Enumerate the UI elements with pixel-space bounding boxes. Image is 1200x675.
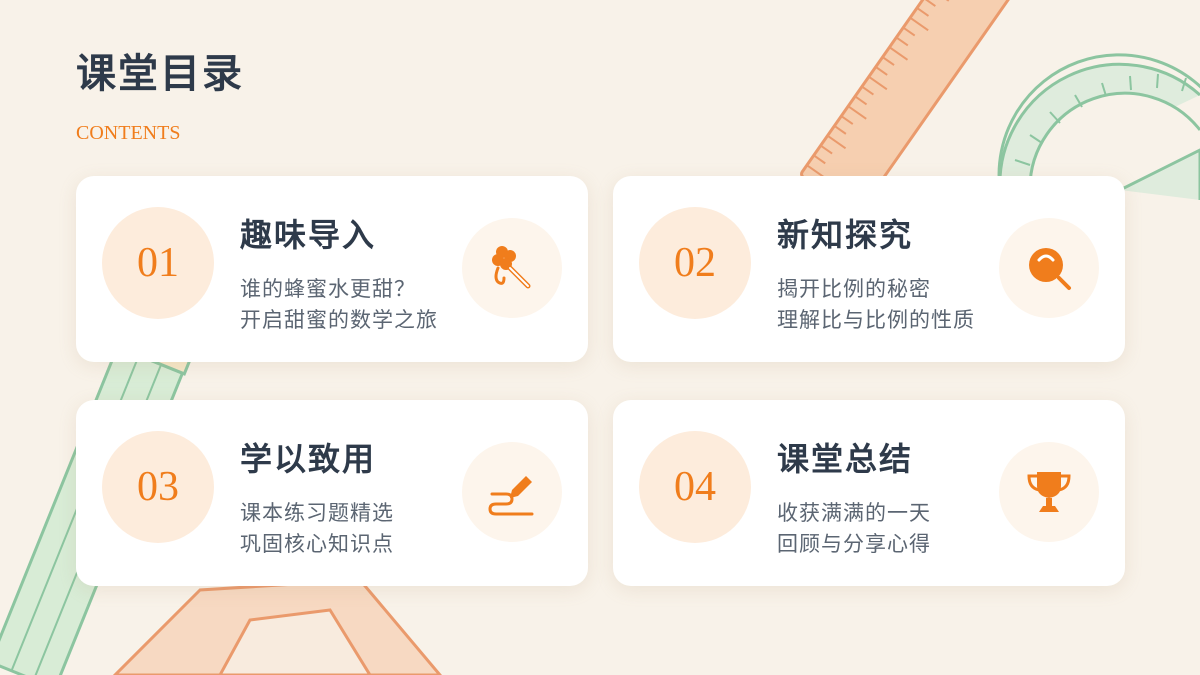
card-number: 03 bbox=[137, 464, 179, 510]
card-description: 课本练习题精选 巩固核心知识点 bbox=[240, 498, 394, 560]
card-number: 04 bbox=[674, 464, 716, 510]
page-subtitle: CONTENTS bbox=[76, 122, 181, 144]
card-description: 谁的蜂蜜水更甜？ 开启甜蜜的数学之旅 bbox=[240, 274, 438, 336]
icon-badge bbox=[462, 218, 562, 318]
contents-card-1[interactable]: 01 趣味导入 谁的蜂蜜水更甜？ 开启甜蜜的数学之旅 bbox=[76, 176, 588, 362]
trophy-icon bbox=[1027, 472, 1071, 512]
description-line: 回顾与分享心得 bbox=[777, 532, 931, 556]
card-title: 趣味导入 bbox=[240, 216, 377, 254]
pencil-write-icon bbox=[488, 476, 534, 516]
icon-badge bbox=[999, 442, 1099, 542]
contents-card-3[interactable]: 03 学以致用 课本练习题精选 巩固核心知识点 bbox=[76, 400, 588, 586]
description-line: 谁的蜂蜜水更甜？ bbox=[240, 277, 416, 301]
card-title: 新知探究 bbox=[777, 216, 914, 254]
contents-card-4[interactable]: 04 课堂总结 收获满满的一天 回顾与分享心得 bbox=[613, 400, 1125, 586]
description-line: 收获满满的一天 bbox=[777, 501, 931, 525]
magnifier-icon bbox=[1029, 248, 1071, 290]
card-number: 02 bbox=[674, 240, 716, 286]
icon-badge bbox=[999, 218, 1099, 318]
card-title: 课堂总结 bbox=[777, 440, 914, 478]
number-badge: 01 bbox=[102, 207, 214, 319]
description-line: 课本练习题精选 bbox=[240, 501, 394, 525]
contents-card-2[interactable]: 02 新知探究 揭开比例的秘密 理解比与比例的性质 bbox=[613, 176, 1125, 362]
card-description: 收获满满的一天 回顾与分享心得 bbox=[777, 498, 931, 560]
card-number: 01 bbox=[137, 240, 179, 286]
page-title: 课堂目录 bbox=[76, 50, 244, 97]
triangle-ruler-illustration bbox=[112, 578, 442, 675]
honey-dipper-icon bbox=[492, 246, 531, 289]
description-line: 巩固核心知识点 bbox=[240, 532, 394, 556]
icon-badge bbox=[462, 442, 562, 542]
card-description: 揭开比例的秘密 理解比与比例的性质 bbox=[777, 274, 975, 336]
number-badge: 04 bbox=[639, 431, 751, 543]
number-badge: 02 bbox=[639, 207, 751, 319]
description-line: 开启甜蜜的数学之旅 bbox=[240, 308, 438, 332]
description-line: 揭开比例的秘密 bbox=[777, 277, 931, 301]
card-title: 学以致用 bbox=[240, 440, 377, 478]
number-badge: 03 bbox=[102, 431, 214, 543]
description-line: 理解比与比例的性质 bbox=[777, 308, 975, 332]
